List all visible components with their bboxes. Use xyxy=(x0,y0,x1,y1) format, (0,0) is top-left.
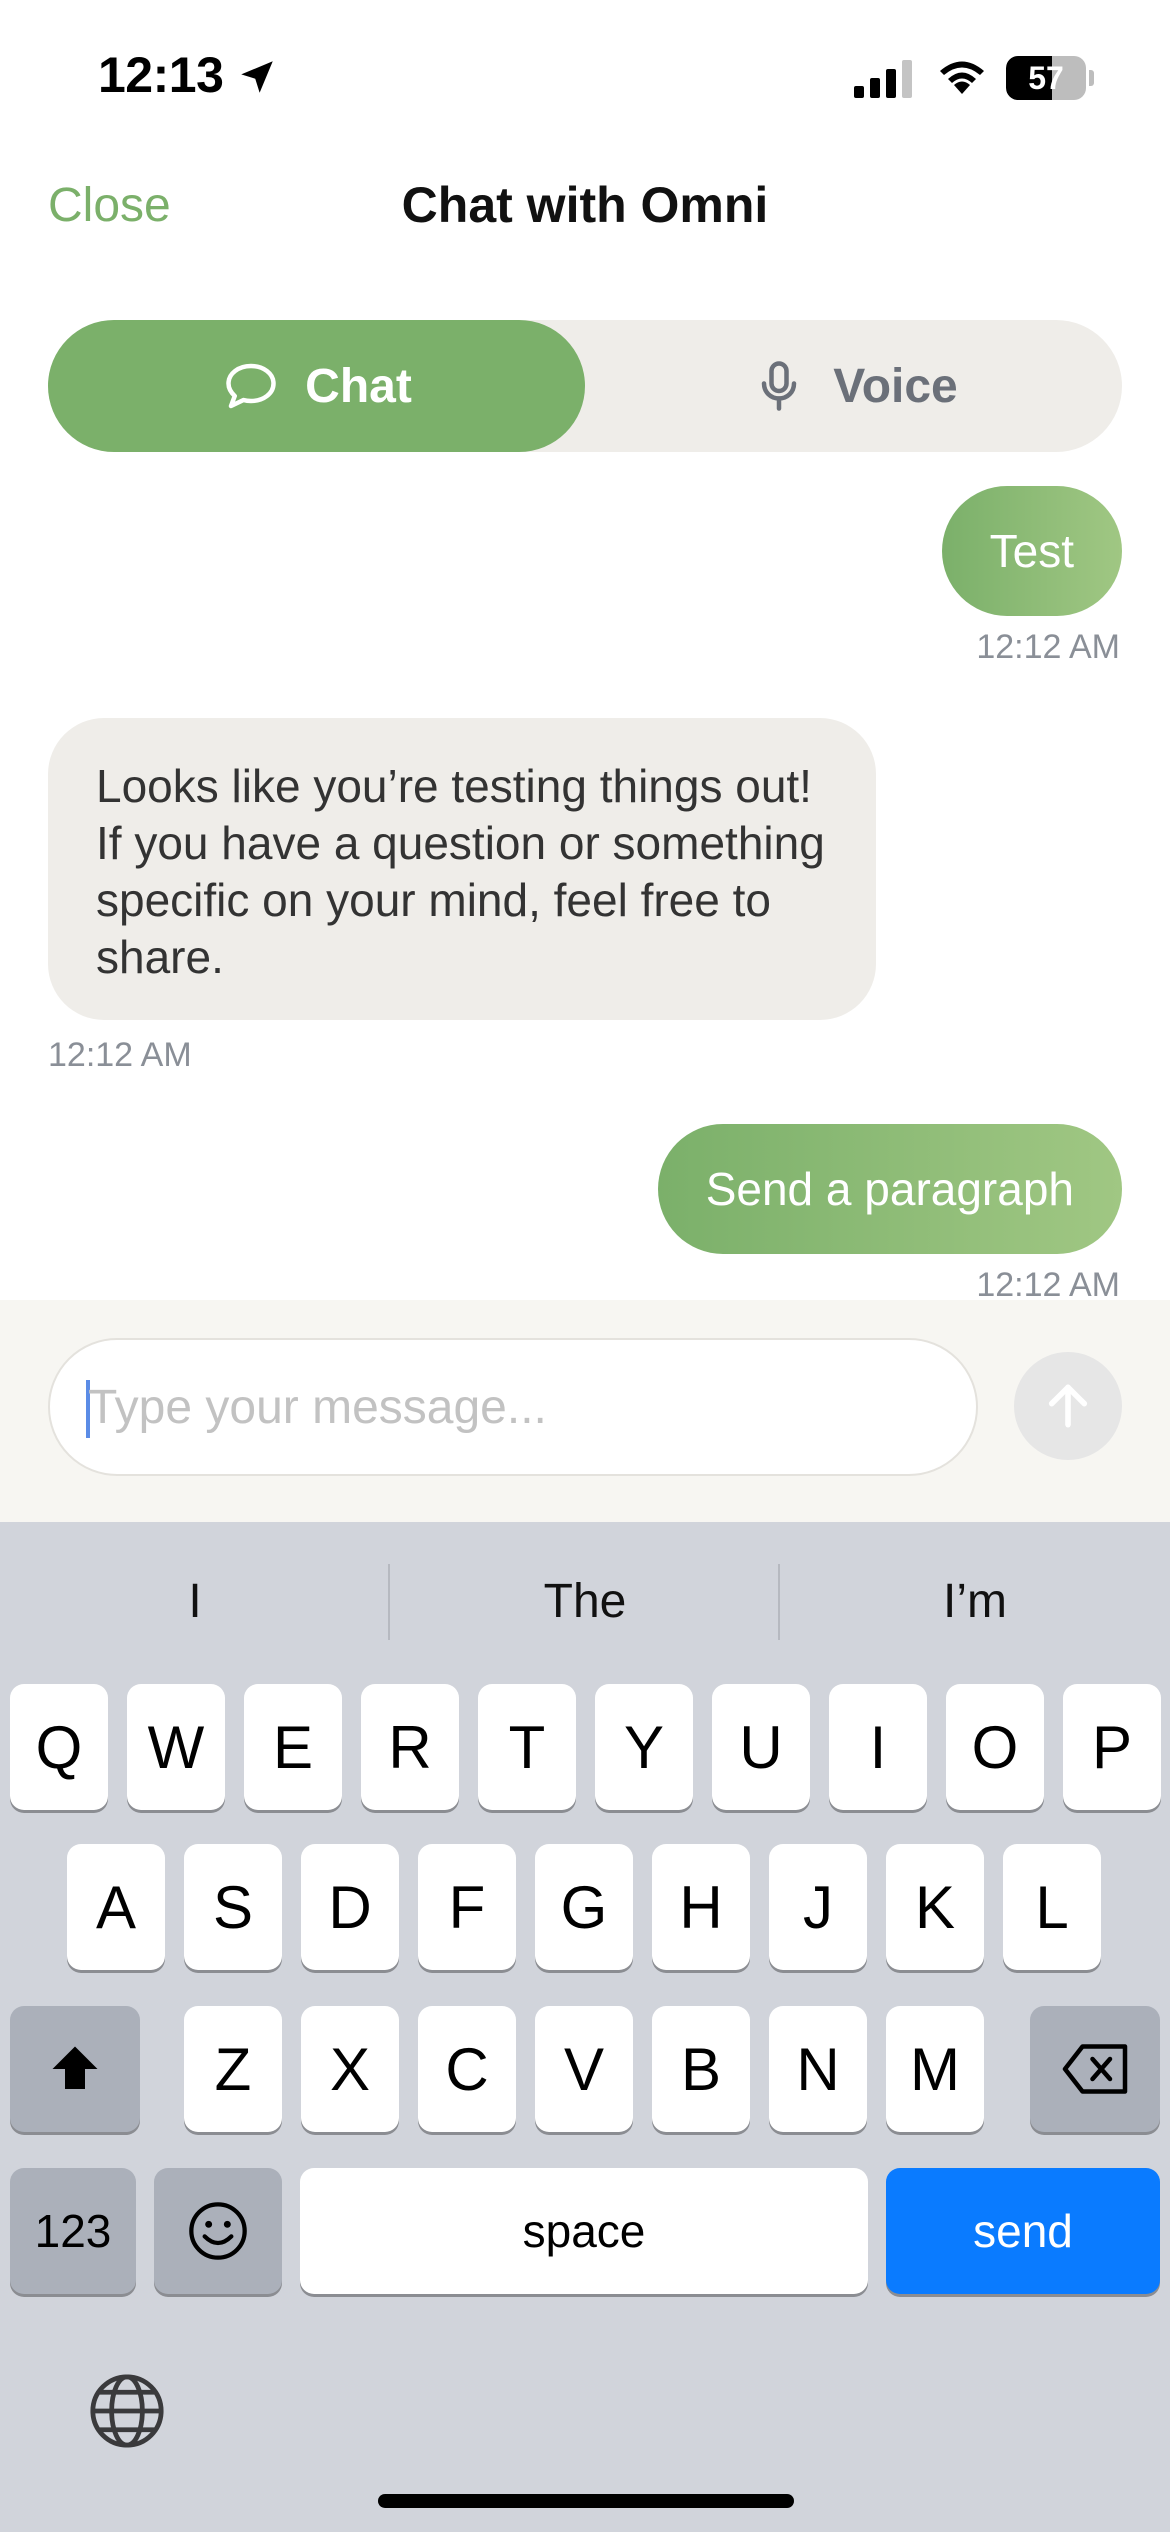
user-message-bubble: Test xyxy=(941,486,1122,616)
message-timestamp: 12:12 AM xyxy=(48,1036,192,1074)
assistant-message-bubble: Looks like you’re testing things out! If… xyxy=(48,718,876,1020)
key-a[interactable]: A xyxy=(67,1844,165,1970)
shift-key[interactable] xyxy=(10,2006,140,2132)
key-p[interactable]: P xyxy=(1063,1684,1161,1810)
message-input[interactable] xyxy=(88,1340,948,1474)
key-l[interactable]: L xyxy=(1003,1844,1101,1970)
tab-voice[interactable]: Voice xyxy=(585,320,1122,452)
key-h[interactable]: H xyxy=(652,1844,750,1970)
keyboard-suggestions: I The I’m xyxy=(0,1522,1170,1682)
key-v[interactable]: V xyxy=(535,2006,633,2132)
key-t[interactable]: T xyxy=(478,1684,576,1810)
globe-icon[interactable] xyxy=(86,2370,168,2452)
message-composer xyxy=(0,1300,1170,1522)
close-button[interactable]: Close xyxy=(48,178,171,233)
emoji-face-icon xyxy=(189,2202,247,2260)
key-m[interactable]: M xyxy=(886,2006,984,2132)
tab-chat-label: Chat xyxy=(305,359,412,413)
suggestion-item[interactable]: The xyxy=(390,1552,780,1652)
key-b[interactable]: B xyxy=(652,2006,750,2132)
key-s[interactable]: S xyxy=(184,1844,282,1970)
page-title: Chat with Omni xyxy=(401,177,769,233)
key-e[interactable]: E xyxy=(244,1684,342,1810)
cellular-signal-icon xyxy=(854,60,912,98)
status-bar: 12:13 57 xyxy=(0,0,1170,150)
location-arrow-icon xyxy=(241,61,273,93)
shift-arrow-icon xyxy=(52,2046,98,2089)
key-g[interactable]: G xyxy=(535,1844,633,1970)
key-x[interactable]: X xyxy=(301,2006,399,2132)
key-w[interactable]: W xyxy=(127,1684,225,1810)
key-c[interactable]: C xyxy=(418,2006,516,2132)
key-j[interactable]: J xyxy=(769,1844,867,1970)
suggestion-item[interactable]: I xyxy=(0,1552,390,1652)
arrow-up-icon xyxy=(1048,1384,1088,1428)
key-z[interactable]: Z xyxy=(184,2006,282,2132)
key-d[interactable]: D xyxy=(301,1844,399,1970)
chat-bubble-icon xyxy=(226,363,276,409)
battery-indicator: 57 xyxy=(1006,56,1094,100)
wifi-icon xyxy=(940,61,984,94)
emoji-key[interactable] xyxy=(154,2168,282,2294)
numbers-key[interactable]: 123 xyxy=(10,2168,136,2294)
key-f[interactable]: F xyxy=(418,1844,516,1970)
suggestion-item[interactable]: I’m xyxy=(780,1552,1170,1652)
tab-voice-label: Voice xyxy=(833,359,958,413)
key-q[interactable]: Q xyxy=(10,1684,108,1810)
battery-percent: 57 xyxy=(1028,60,1064,96)
key-u[interactable]: U xyxy=(712,1684,810,1810)
key-r[interactable]: R xyxy=(361,1684,459,1810)
send-key[interactable]: send xyxy=(886,2168,1160,2294)
user-message-bubble: Send a paragraph xyxy=(657,1124,1122,1254)
status-time: 12:13 xyxy=(98,47,224,103)
home-indicator xyxy=(378,2494,794,2508)
onscreen-keyboard: I The I’m QWERTYUIOP ASDFGHJKL ZXCVBNM 1… xyxy=(0,1522,1170,2532)
send-message-button[interactable] xyxy=(1014,1352,1122,1460)
backspace-icon xyxy=(1062,2044,1128,2094)
message-timestamp: 12:12 AM xyxy=(976,628,1120,666)
message-input-container[interactable] xyxy=(48,1338,978,1476)
backspace-key[interactable] xyxy=(1030,2006,1160,2132)
key-n[interactable]: N xyxy=(769,2006,867,2132)
mode-segmented-control: Chat Voice xyxy=(48,320,1122,452)
key-k[interactable]: K xyxy=(886,1844,984,1970)
key-o[interactable]: O xyxy=(946,1684,1044,1810)
tab-chat[interactable]: Chat xyxy=(48,320,585,452)
microphone-icon xyxy=(762,361,797,411)
key-y[interactable]: Y xyxy=(595,1684,693,1810)
key-i[interactable]: I xyxy=(829,1684,927,1810)
space-key[interactable]: space xyxy=(300,2168,868,2294)
